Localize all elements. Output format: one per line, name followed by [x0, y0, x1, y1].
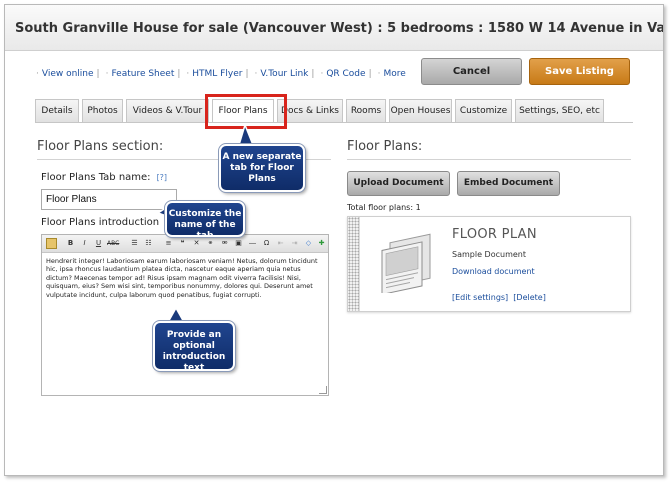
delete-link[interactable]: [Delete]: [513, 293, 546, 302]
strike-icon[interactable]: ABC: [107, 238, 119, 249]
vtour-link[interactable]: V.Tour Link: [260, 69, 308, 79]
unlink-icon[interactable]: ⚮: [219, 238, 230, 249]
editor-content[interactable]: Hendrerit integer! Laboriosam earum labo…: [46, 257, 326, 299]
document-thumbnail-icon: [381, 233, 431, 293]
italic-icon[interactable]: I: [79, 238, 90, 249]
upload-document-button[interactable]: Upload Document: [347, 171, 450, 196]
html-flyer-link[interactable]: HTML Flyer: [192, 69, 242, 79]
cancel-button[interactable]: Cancel: [421, 58, 522, 85]
feature-sheet-link[interactable]: Feature Sheet: [111, 69, 174, 79]
tab-name-label: Floor Plans Tab name: [?]: [41, 172, 168, 183]
total-floor-plans: Total floor plans: 1: [347, 203, 421, 212]
bullet-list-icon[interactable]: ☰: [129, 238, 140, 249]
save-listing-button[interactable]: Save Listing: [529, 58, 630, 85]
align-icon[interactable]: ≡: [163, 238, 174, 249]
floor-plan-title: FLOOR PLAN: [452, 227, 537, 242]
listing-editor-window: South Granville House for sale (Vancouve…: [4, 4, 664, 476]
source-icon[interactable]: [46, 238, 57, 249]
quote-icon[interactable]: ❝: [177, 238, 188, 249]
code-icon[interactable]: ◇: [303, 238, 314, 249]
resize-grip-icon[interactable]: [319, 386, 327, 394]
hr-icon[interactable]: ―: [247, 238, 258, 249]
indent-icon[interactable]: ⇥: [289, 238, 300, 249]
view-online-link[interactable]: View online: [42, 69, 94, 79]
tab-baseline: [35, 122, 633, 123]
tab-rooms[interactable]: Rooms: [346, 99, 386, 122]
tab-videos-vtour[interactable]: Videos & V.Tour: [126, 99, 209, 122]
title-bar: South Granville House for sale (Vancouve…: [5, 5, 663, 51]
floor-plan-card: FLOOR PLAN Sample Document Download docu…: [347, 216, 631, 312]
listing-links: · View online | · Feature Sheet | · HTML Flyer |…: [36, 69, 406, 79]
intro-callout: Provide an optional introduction text: [152, 320, 236, 373]
outdent-icon[interactable]: ⇤: [275, 238, 286, 249]
floor-plans-list-title: Floor Plans:: [347, 139, 423, 154]
page-title: South Granville House for sale (Vancouve…: [15, 21, 664, 36]
download-document-link[interactable]: Download document: [452, 267, 535, 276]
tab-bar: Details Photos Videos & V.Tour Floor Pla…: [35, 99, 635, 123]
insert-icon[interactable]: ✚: [316, 238, 327, 249]
floor-plan-description: Sample Document: [452, 250, 526, 259]
bold-icon[interactable]: B: [65, 238, 76, 249]
editor-toolbar: B I U ABC ☰ ☷ ≡ ❝ ✕ ⚭ ⚮ ▣ ― Ω ⇤ ⇥ ◇ ✚: [42, 235, 328, 253]
tab-details[interactable]: Details: [35, 99, 79, 122]
drag-handle-icon[interactable]: [348, 217, 360, 311]
tab-open-houses[interactable]: Open Houses: [389, 99, 452, 122]
numbered-list-icon[interactable]: ☷: [143, 238, 154, 249]
tab-settings-seo[interactable]: Settings, SEO, etc: [515, 99, 604, 122]
help-link[interactable]: [?]: [157, 173, 168, 182]
underline-icon[interactable]: U: [93, 238, 104, 249]
tab-callout: A new separate tab for Floor Plans: [218, 143, 306, 193]
tab-customize[interactable]: Customize: [455, 99, 512, 122]
qr-code-link[interactable]: QR Code: [326, 69, 365, 79]
name-callout: Customize the name of the tab: [164, 200, 246, 241]
more-link[interactable]: More: [383, 69, 405, 79]
floor-plans-section-title: Floor Plans section:: [37, 139, 164, 154]
right-divider: [347, 159, 631, 160]
image-icon[interactable]: ▣: [233, 238, 244, 249]
intro-label: Floor Plans introduction: [41, 217, 160, 228]
tab-photos[interactable]: Photos: [82, 99, 123, 122]
floor-plan-actions: [Edit settings] [Delete]: [452, 293, 546, 302]
special-char-icon[interactable]: Ω: [261, 238, 272, 249]
embed-document-button[interactable]: Embed Document: [457, 171, 560, 196]
edit-settings-link[interactable]: [Edit settings]: [452, 293, 508, 302]
